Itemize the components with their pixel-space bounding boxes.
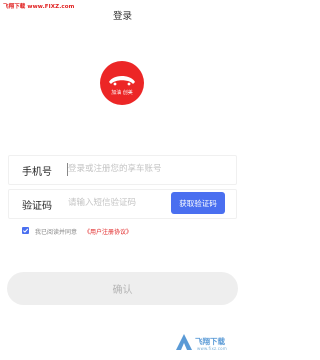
code-input[interactable]: [66, 194, 168, 212]
page-title: 登录: [112, 11, 132, 22]
agreement-checkbox[interactable]: [22, 227, 29, 234]
user-agreement-link[interactable]: 《用户注册协议》: [84, 227, 132, 236]
confirm-button[interactable]: 确认: [7, 272, 238, 305]
get-code-button[interactable]: 获取验证码: [171, 192, 225, 214]
phone-input[interactable]: [66, 160, 228, 178]
app-logo: 加油 创美: [100, 61, 144, 105]
watermark-logo: 飞翔下载 www.fixz.com: [174, 332, 242, 356]
phone-label: 手机号: [22, 167, 52, 178]
watermark-logo-icon: [176, 334, 192, 350]
watermark-brand-sub: www.fixz.com: [197, 346, 227, 351]
code-label: 验证码: [22, 201, 52, 212]
agreement-text: 我已阅读并同意: [35, 229, 78, 236]
phone-row: 手机号: [8, 155, 237, 185]
checkbox-checked-icon: [22, 228, 29, 233]
logo-text: 加油 创美: [111, 90, 133, 96]
car-logo-icon: [109, 76, 135, 86]
